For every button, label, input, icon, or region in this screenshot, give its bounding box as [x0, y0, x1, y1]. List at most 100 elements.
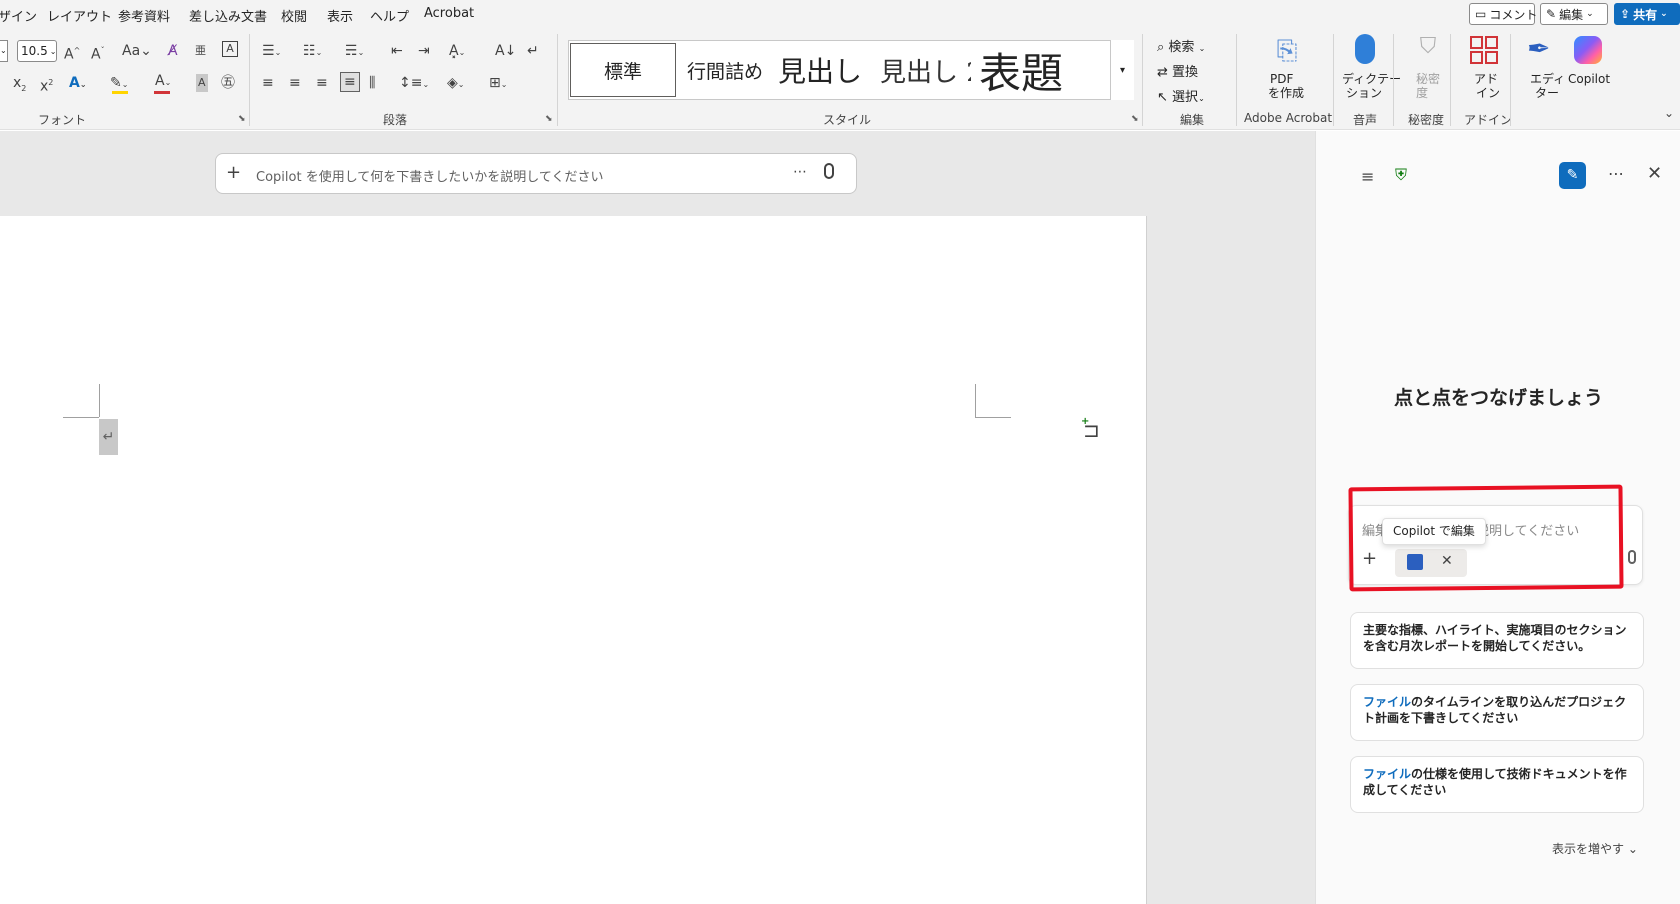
add-icon[interactable]: +: [226, 162, 241, 183]
show-formatting-marks-icon[interactable]: ↵: [527, 42, 539, 60]
font-dialog-launcher-icon[interactable]: ⬊: [238, 114, 246, 124]
editing-mode-button[interactable]: ✎ 編集 ⌄: [1540, 3, 1608, 25]
divider: [1510, 34, 1511, 126]
text-effects-icon[interactable]: A⌄: [69, 74, 87, 94]
group-label-styles: スタイル: [823, 113, 872, 127]
prompt-suggestion-card[interactable]: ファイルの仕様を使用して技術ドキュメントを作成してください: [1350, 756, 1644, 813]
grow-font-icon[interactable]: A^: [64, 42, 80, 64]
group-label-editing: 編集: [1180, 113, 1205, 127]
style-normal[interactable]: 標準: [570, 43, 676, 97]
shrink-font-icon[interactable]: Aˇ: [91, 42, 105, 64]
add-ins-label-1: アド: [1474, 72, 1499, 86]
prompt-suggestion-card[interactable]: 主要な指標、ハイライト、実施項目のセクションを含む月次レポートを開始してください…: [1350, 612, 1644, 669]
paragraph-mark-icon[interactable]: ↵: [99, 419, 118, 455]
style-heading-2[interactable]: 見出し 2: [876, 43, 971, 97]
shading-icon[interactable]: ◈⌄: [447, 74, 464, 94]
dictate-label-2: ション: [1346, 86, 1383, 100]
collapse-ribbon-icon[interactable]: ⌄: [1664, 106, 1674, 120]
margin-corner-marker: [975, 384, 976, 417]
style-title[interactable]: 表題: [975, 43, 1109, 98]
add-ins-icon[interactable]: [1470, 36, 1498, 64]
create-pdf-icon[interactable]: ⎘: [1272, 36, 1302, 68]
enclose-characters-icon[interactable]: ㊄: [221, 74, 235, 92]
group-label-font: フォント: [38, 113, 87, 127]
tab-layout[interactable]: レイアウト: [47, 6, 112, 25]
sort-icon[interactable]: A↓: [495, 42, 516, 60]
multilevel-list-icon[interactable]: ☴⌄: [345, 42, 364, 62]
distributed-icon[interactable]: ⫼: [369, 74, 375, 92]
prompt-suggestion-card[interactable]: ファイルのタイムラインを取り込んだプロジェクト計画を下書きしてください: [1350, 684, 1644, 741]
align-left-icon[interactable]: ≡: [262, 74, 274, 92]
group-label-paragraph: 段落: [383, 113, 408, 127]
margin-corner-marker: [63, 417, 99, 418]
margin-corner-marker: [99, 384, 100, 417]
superscript-icon[interactable]: x2: [40, 74, 53, 96]
more-options-icon[interactable]: ⋯: [793, 164, 807, 180]
character-border-icon[interactable]: A: [222, 41, 238, 57]
style-gallery: 標準 行間詰め 見出し 1 見出し 2 表題: [568, 40, 1134, 100]
align-right-icon[interactable]: ≡: [316, 74, 328, 92]
change-case-icon[interactable]: Aa⌄: [122, 42, 152, 60]
style-heading-1[interactable]: 見出し 1: [774, 43, 872, 97]
tab-mailings[interactable]: 差し込み文書: [189, 6, 267, 25]
comment-button[interactable]: ▭ コメント: [1469, 3, 1537, 25]
microphone-icon[interactable]: [824, 163, 834, 179]
font-size-dropdown[interactable]: 10.5 ⌄: [17, 40, 57, 62]
chat-history-icon[interactable]: ≡: [1361, 167, 1374, 186]
sensitivity-icon: ⛉: [1419, 34, 1437, 59]
tab-help[interactable]: ヘルプ: [370, 6, 409, 25]
decrease-indent-icon[interactable]: ⇤: [391, 42, 403, 60]
clear-formatting-icon[interactable]: A̸: [168, 42, 178, 60]
align-center-icon[interactable]: ≡: [289, 74, 301, 92]
sensitivity-label-1: 秘密: [1416, 72, 1441, 86]
microphone-icon[interactable]: [1628, 550, 1636, 564]
copilot-draft-input[interactable]: Copilot を使用して何を下書きしたいかを説明してください: [256, 166, 604, 185]
copilot-draft-bar[interactable]: + Copilot を使用して何を下書きしたいかを説明してください ⋯: [215, 153, 857, 194]
share-button[interactable]: ⇪ 共有 ⌄: [1614, 3, 1680, 25]
divider: [1393, 34, 1394, 126]
editor-pen-icon[interactable]: ✒: [1527, 32, 1550, 65]
comment-icon: ▭: [1475, 7, 1487, 21]
bullets-icon[interactable]: ☰⌄: [262, 42, 281, 62]
style-gallery-more-button[interactable]: ▾: [1110, 40, 1134, 100]
menu-bar: ザイン レイアウト 参考資料 差し込み文書 校閲 表示 ヘルプ Acrobat …: [0, 0, 1680, 28]
subscript-icon[interactable]: x2: [13, 74, 26, 98]
group-label-addins: アドイン: [1464, 113, 1513, 127]
tab-view[interactable]: 表示: [327, 6, 353, 25]
ribbon: ⌄ 10.5 ⌄ A^ Aˇ Aa⌄ A̸ 亜 A x2 x2 A⌄ ✎⌄ A⌄ …: [0, 28, 1680, 130]
numbering-icon[interactable]: ☷⌄: [303, 42, 322, 62]
line-spacing-icon[interactable]: ↕≡⌄: [399, 74, 429, 94]
asian-layout-icon[interactable]: A͓⌄: [449, 42, 465, 62]
microphone-icon[interactable]: [1355, 34, 1375, 64]
paragraph-dialog-launcher-icon[interactable]: ⬊: [545, 114, 553, 124]
group-label-sensitivity: 秘密度: [1408, 113, 1445, 127]
justify-icon[interactable]: ≡: [340, 72, 360, 92]
pane-heading: 点と点をつなげましょう: [1393, 387, 1603, 409]
increase-indent-icon[interactable]: ⇥: [418, 42, 430, 60]
new-chat-icon[interactable]: ✎: [1559, 162, 1586, 189]
more-options-icon[interactable]: ⋯: [1608, 164, 1624, 183]
styles-dialog-launcher-icon[interactable]: ⬊: [1131, 114, 1139, 124]
show-more-button[interactable]: 表示を増やす ⌄: [1552, 840, 1638, 857]
annotation-highlight-outline: [1348, 484, 1624, 592]
tab-acrobat[interactable]: Acrobat: [424, 6, 474, 21]
phonetic-guide-icon[interactable]: 亜: [195, 42, 206, 60]
tab-review[interactable]: 校閲: [281, 6, 307, 25]
copilot-icon[interactable]: [1574, 36, 1602, 64]
font-color-icon[interactable]: A⌄: [155, 72, 171, 92]
replace-icon: ⇄: [1157, 65, 1168, 80]
borders-icon[interactable]: ⊞⌄: [489, 74, 507, 94]
font-color-swatch: [154, 91, 170, 94]
create-pdf-label-1: PDF: [1270, 72, 1294, 86]
font-name-dropdown[interactable]: ⌄: [0, 40, 8, 62]
divider: [1333, 34, 1334, 126]
close-icon[interactable]: ✕: [1647, 163, 1662, 184]
character-shading-icon[interactable]: A: [196, 74, 208, 92]
replace-button[interactable]: ⇄ 置換: [1157, 61, 1198, 80]
find-button[interactable]: ⌕ 検索 ⌄: [1157, 36, 1205, 55]
tab-design[interactable]: ザイン: [0, 6, 37, 25]
tab-references[interactable]: 参考資料: [118, 6, 170, 25]
style-no-spacing[interactable]: 行間詰め: [682, 43, 768, 97]
document-page[interactable]: ↵ ⊐ +: [0, 216, 1147, 904]
select-button[interactable]: ↖ 選択⌄: [1157, 86, 1205, 105]
